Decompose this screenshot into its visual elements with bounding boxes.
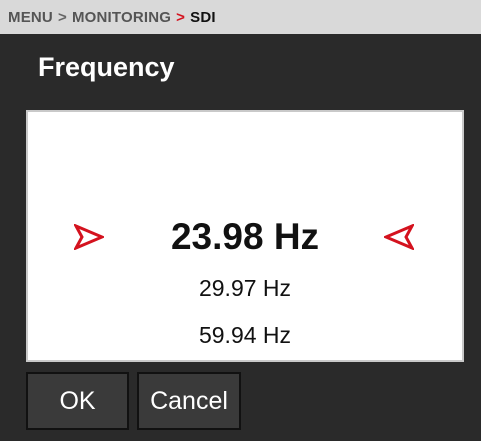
breadcrumb-separator: >: [57, 8, 67, 26]
option-item[interactable]: 29.97 Hz: [28, 275, 462, 302]
page-title: Frequency: [38, 52, 175, 82]
option-item[interactable]: 59.94 Hz: [28, 322, 462, 349]
ok-button[interactable]: OK: [26, 372, 129, 430]
chevron-left-red-icon[interactable]: [384, 224, 414, 250]
breadcrumb-item-monitoring[interactable]: MONITORING: [72, 9, 171, 26]
breadcrumb: MENU > MONITORING > SDI: [0, 0, 481, 34]
breadcrumb-separator-active: >: [176, 8, 186, 26]
breadcrumb-item-menu[interactable]: MENU: [8, 9, 53, 26]
screen: MENU > MONITORING > SDI Frequency 23.98 …: [0, 0, 481, 441]
cancel-button[interactable]: Cancel: [137, 372, 241, 430]
frequency-picker[interactable]: 23.98 Hz 29.97 Hz 59.94 Hz: [26, 110, 464, 362]
breadcrumb-item-sdi: SDI: [190, 8, 216, 26]
